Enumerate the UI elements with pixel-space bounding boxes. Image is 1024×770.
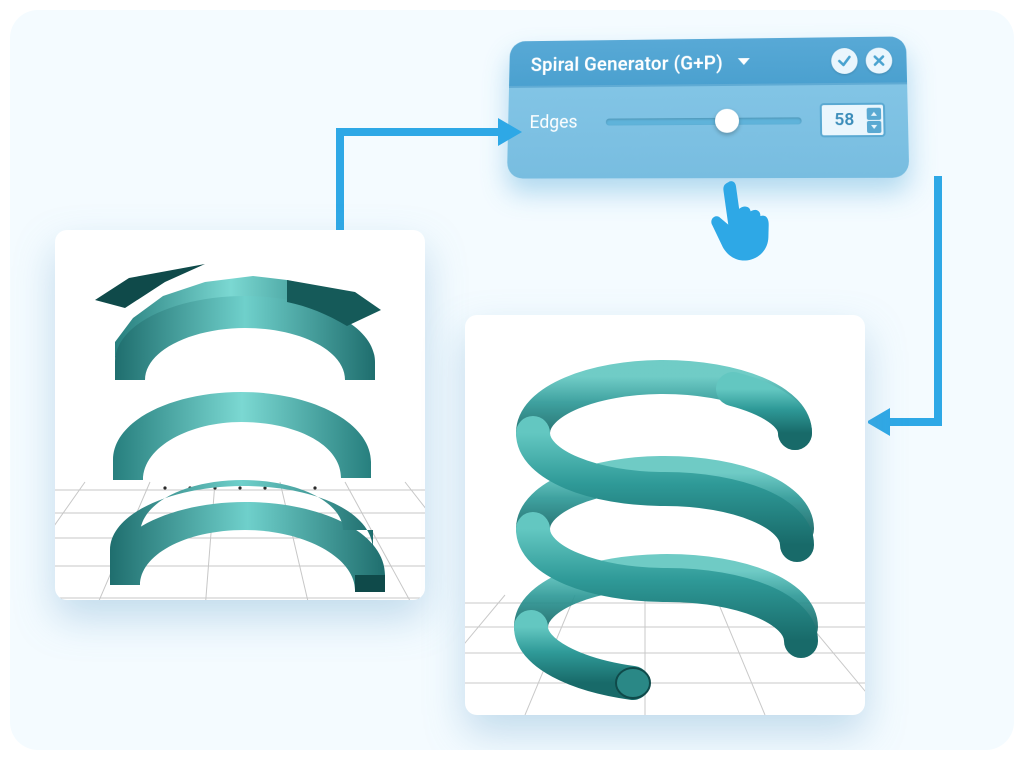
step-up-icon[interactable] — [867, 107, 882, 119]
diagram-canvas: Spiral Generator (G+P) Edges 58 — [10, 10, 1014, 750]
arrow-before-to-panel — [310, 100, 530, 250]
edges-value: 58 — [822, 110, 867, 130]
edges-slider[interactable] — [606, 110, 802, 131]
panel-body: Edges 58 — [508, 84, 909, 139]
number-stepper[interactable] — [867, 107, 882, 132]
slider-track — [606, 117, 802, 125]
viewport-before — [55, 230, 425, 600]
edges-number-input[interactable]: 58 — [820, 103, 886, 138]
panel-header[interactable]: Spiral Generator (G+P) — [509, 36, 907, 88]
slider-thumb[interactable] — [715, 109, 739, 133]
spiral-generator-panel: Spiral Generator (G+P) Edges 58 — [507, 36, 909, 178]
panel-title: Spiral Generator (G+P) — [531, 51, 723, 76]
cursor-hand-icon — [694, 170, 786, 274]
edges-label: Edges — [529, 111, 598, 132]
confirm-button[interactable] — [831, 48, 858, 74]
viewport-after — [465, 315, 865, 715]
chevron-down-icon — [737, 57, 751, 67]
arrow-panel-to-after — [868, 170, 988, 450]
close-button[interactable] — [865, 48, 892, 74]
step-down-icon[interactable] — [867, 120, 882, 132]
